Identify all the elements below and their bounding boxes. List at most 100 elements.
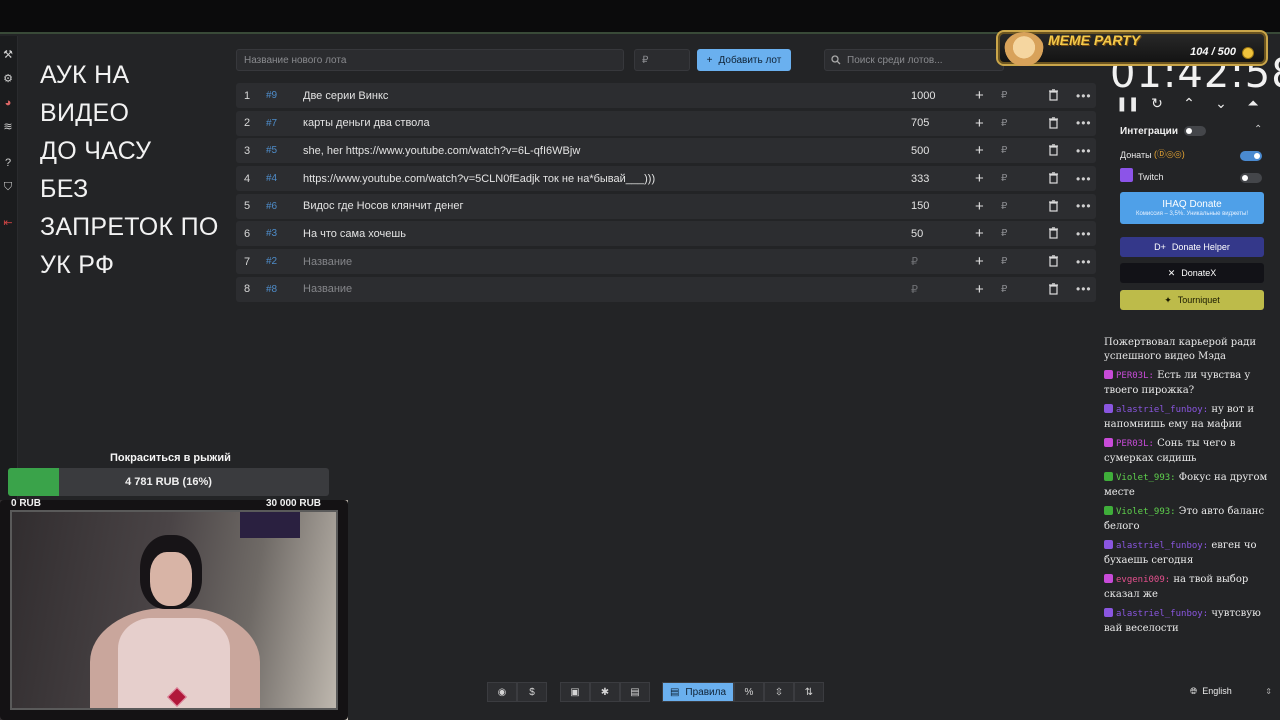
- help-icon[interactable]: ?: [1, 156, 15, 170]
- lot-number: 1: [244, 89, 251, 102]
- badge-icon: [1104, 370, 1113, 379]
- bottom-toolbar-group-3: ▤ Правила % ⇳ ⇅: [662, 682, 824, 702]
- more-icon[interactable]: •••: [1076, 199, 1092, 213]
- lot-amount[interactable]: ₽: [911, 255, 918, 268]
- trash-icon[interactable]: [1048, 255, 1059, 267]
- add-amount-icon[interactable]: +: [975, 253, 984, 270]
- trash-icon[interactable]: [1048, 200, 1059, 212]
- lot-amount[interactable]: 1000: [911, 90, 935, 102]
- reset-icon[interactable]: ↻: [1148, 95, 1166, 112]
- lot-name[interactable]: Название: [303, 256, 352, 268]
- new-lot-input[interactable]: Название нового лота: [236, 49, 624, 71]
- lot-id: #3: [266, 228, 278, 240]
- chat-message: evgeni009: на твой выбор сказал же: [1104, 573, 1280, 601]
- layers-icon[interactable]: ≋: [1, 120, 15, 134]
- chevron-up-icon[interactable]: ⌃: [1180, 95, 1198, 112]
- add-lot-button[interactable]: + Добавить лот: [697, 49, 791, 71]
- hammer-icon[interactable]: ⚒: [1, 48, 15, 62]
- lot-name[interactable]: Название: [303, 283, 352, 295]
- integrations-toggle[interactable]: [1184, 126, 1206, 136]
- lot-add-amount[interactable]: ₽: [1001, 201, 1007, 212]
- donatex-button[interactable]: ✕ DonateX: [1120, 263, 1264, 283]
- search-input[interactable]: Поиск среди лотов...: [824, 49, 1004, 71]
- lot-add-amount[interactable]: ₽: [1001, 118, 1007, 129]
- chat-message: alastriel_funboy: чувтсвую вай веселости: [1104, 607, 1280, 635]
- add-amount-icon[interactable]: +: [975, 198, 984, 215]
- donations-toggle[interactable]: [1240, 151, 1262, 161]
- lot-name[interactable]: she, her https://www.youtube.com/watch?v…: [303, 145, 580, 157]
- lot-add-amount[interactable]: ₽: [1001, 284, 1007, 295]
- lot-amount[interactable]: ₽: [911, 283, 918, 296]
- chat-text: Пожертвовал карьерой ради успешного виде…: [1104, 337, 1256, 362]
- chat-message: PER03L: Сонь ты чего в сумерках сидишь: [1104, 437, 1280, 465]
- add-amount-icon[interactable]: +: [975, 281, 984, 298]
- donatehelper-button[interactable]: D+ Donate Helper: [1120, 237, 1264, 257]
- lot-name[interactable]: Видос где Носов клянчит денег: [303, 200, 463, 212]
- goal-min-label: 0 RUB: [11, 498, 42, 509]
- add-amount-icon[interactable]: +: [975, 225, 984, 242]
- shield-icon[interactable]: ⛉: [1, 180, 15, 194]
- dollar-icon[interactable]: $: [517, 682, 547, 702]
- save-icon[interactable]: ▣: [560, 682, 590, 702]
- gear-icon[interactable]: ⚙: [1, 72, 15, 86]
- trash-icon[interactable]: [1048, 116, 1059, 129]
- percent-icon[interactable]: %: [734, 682, 764, 702]
- lot-add-amount[interactable]: ₽: [1001, 256, 1007, 267]
- more-icon[interactable]: •••: [1076, 282, 1092, 296]
- overlay-line: БЕЗ: [40, 175, 89, 203]
- chat-nick: PER03L:: [1116, 371, 1154, 381]
- lot-add-amount[interactable]: ₽: [1001, 173, 1007, 184]
- trash-icon[interactable]: [1048, 89, 1059, 101]
- badge-icon: [1104, 506, 1113, 515]
- chat-nick: PER03L:: [1116, 439, 1154, 449]
- more-icon[interactable]: •••: [1076, 172, 1092, 186]
- lot-add-amount[interactable]: ₽: [1001, 145, 1007, 156]
- more-icon[interactable]: •••: [1076, 227, 1092, 241]
- twitch-icon: [1120, 168, 1133, 182]
- more-icon[interactable]: •••: [1076, 116, 1092, 130]
- lot-amount[interactable]: 333: [911, 173, 929, 185]
- iqdonate-button[interactable]: IHAQ Donate Комиссия – 3,5%. Уникальные …: [1120, 192, 1264, 224]
- trash-icon[interactable]: [1048, 172, 1059, 184]
- trash-icon[interactable]: [1048, 144, 1059, 156]
- language-select[interactable]: 🌐︎ English ⇕: [1190, 682, 1278, 700]
- rules-button[interactable]: ▤ Правила: [662, 682, 734, 702]
- more-icon[interactable]: •••: [1076, 144, 1092, 158]
- lot-name[interactable]: карты деньги два ствола: [303, 117, 430, 129]
- more-icon[interactable]: •••: [1076, 255, 1092, 269]
- tourniquet-button[interactable]: ✦ Tourniquet: [1120, 290, 1264, 310]
- twitch-toggle[interactable]: [1240, 173, 1262, 183]
- clear-icon[interactable]: ▤: [620, 682, 650, 702]
- bug-icon[interactable]: ✱: [590, 682, 620, 702]
- chat-message: PER03L: Есть ли чувства у твоего пирожка…: [1104, 369, 1280, 397]
- lot-add-amount[interactable]: ₽: [1001, 90, 1007, 101]
- chevron-down-icon[interactable]: ⌄: [1212, 95, 1230, 112]
- lot-add-amount[interactable]: ₽: [1001, 228, 1007, 239]
- iqdonate-sub: Комиссия – 3,5%. Уникальные виджеты!: [1135, 211, 1249, 217]
- sort-icon[interactable]: ⇅: [794, 682, 824, 702]
- add-amount-icon[interactable]: +: [975, 170, 984, 187]
- trash-icon[interactable]: [1048, 283, 1059, 295]
- more-icon[interactable]: •••: [1076, 89, 1092, 103]
- lot-name[interactable]: Две серии Винкс: [303, 90, 388, 102]
- split-icon[interactable]: ⇳: [764, 682, 794, 702]
- lot-amount[interactable]: 50: [911, 228, 923, 240]
- overlay-line: ЗАПРЕТОК ПО: [40, 213, 219, 241]
- lot-amount[interactable]: 150: [911, 200, 929, 212]
- trash-icon[interactable]: [1048, 227, 1059, 240]
- github-icon[interactable]: ◉: [487, 682, 517, 702]
- lot-name[interactable]: https://www.youtube.com/watch?v=5CLN0fEa…: [303, 173, 655, 185]
- add-amount-icon[interactable]: +: [975, 142, 984, 159]
- lot-amount[interactable]: 500: [911, 145, 929, 157]
- add-amount-icon[interactable]: +: [975, 87, 984, 104]
- lot-number: 2: [244, 117, 251, 130]
- exit-icon[interactable]: ⇤: [1, 216, 15, 230]
- pie-chart-icon[interactable]: ◕: [1, 96, 15, 110]
- collapse-icon[interactable]: ⌃: [1254, 124, 1262, 135]
- pause-icon[interactable]: ❚❚: [1116, 95, 1139, 112]
- double-chevron-up-icon[interactable]: ⏶: [1244, 95, 1262, 112]
- add-amount-icon[interactable]: +: [975, 115, 984, 132]
- lot-amount[interactable]: 705: [911, 117, 929, 129]
- new-lot-amount-input[interactable]: ₽: [634, 49, 690, 71]
- lot-name[interactable]: На что сама хочешь: [303, 228, 406, 240]
